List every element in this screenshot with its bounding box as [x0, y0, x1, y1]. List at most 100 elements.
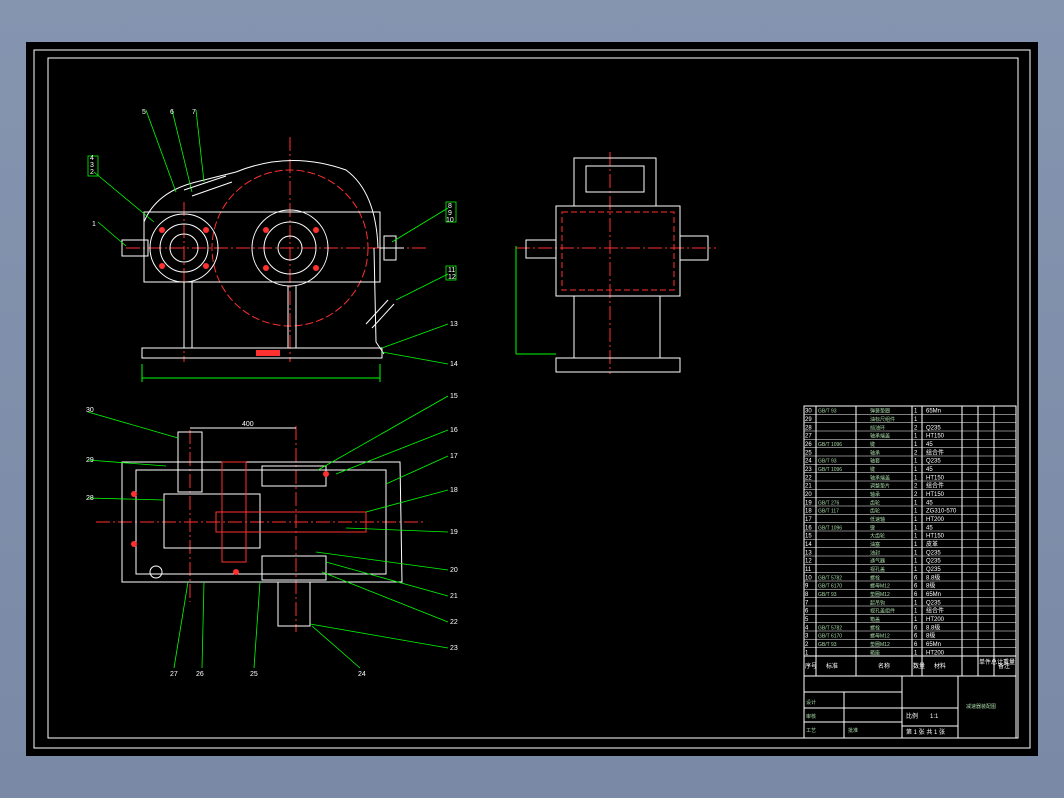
label-21: 21	[450, 593, 458, 600]
table-cell-name: 键	[870, 466, 875, 473]
table-cell-no: 16	[805, 525, 812, 531]
table-cell-std: GB/T 117	[818, 509, 839, 515]
table-cell-name: 键	[870, 524, 875, 531]
table-cell-std: GB/T 5782	[818, 625, 842, 631]
table-cell-mat: HT150	[926, 475, 945, 481]
label-3: 3	[90, 162, 94, 169]
table-cell-name: 螺栓	[870, 574, 880, 581]
table-cell-qty: 1	[914, 417, 918, 423]
table-cell-qty: 6	[914, 625, 918, 631]
table-cell-qty: 1	[914, 567, 918, 573]
label-6: 6	[170, 109, 174, 116]
table-cell-qty: 1	[914, 434, 918, 440]
table-cell-mat: 65Mn	[926, 642, 941, 648]
table-cell-mat: 45	[926, 525, 933, 531]
table-cell-name: 起吊钩	[870, 599, 885, 606]
table-cell-no: 20	[805, 492, 812, 498]
title-approve: 批准	[848, 727, 858, 734]
table-cell-mat: HT150	[926, 492, 945, 498]
label-28: 28	[86, 495, 94, 502]
label-1: 1	[92, 221, 96, 228]
label-26: 26	[196, 671, 204, 678]
table-cell-mat: 8级	[926, 632, 935, 640]
table-cell-name: 轴承	[870, 491, 880, 498]
table-cell-mat: 皮革	[926, 540, 938, 548]
table-cell-std: GB/T 1096	[818, 467, 842, 473]
table-cell-mat: Q235	[926, 567, 941, 573]
title-scale-label: 比例	[906, 712, 918, 720]
table-cell-no: 26	[805, 442, 812, 448]
table-cell-std: GB/T 1096	[818, 442, 842, 448]
label-12: 12	[448, 274, 456, 281]
table-cell-name: 轴承端盖	[870, 474, 890, 481]
table-cell-no: 21	[805, 484, 812, 490]
table-cell-mat: 组合件	[926, 607, 944, 615]
table-cell-mat: 45	[926, 467, 933, 473]
table-cell-qty: 2	[914, 450, 918, 456]
table-cell-no: 29	[805, 417, 812, 423]
table-cell-no: 10	[805, 575, 812, 581]
table-cell-qty: 6	[914, 592, 918, 598]
title-scale: 1:1	[930, 714, 939, 720]
table-cell-mat: Q235	[926, 600, 941, 606]
label-11: 11	[448, 267, 455, 274]
label-22: 22	[450, 619, 458, 626]
table-cell-qty: 1	[914, 617, 918, 623]
table-cell-no: 23	[805, 467, 812, 473]
side-view	[515, 152, 716, 374]
table-cell-no: 9	[805, 584, 809, 590]
table-cell-no: 5	[805, 617, 809, 623]
table-cell-qty: 2	[914, 425, 918, 431]
table-cell-qty: 1	[914, 459, 918, 465]
table-cell-name: 挡油环	[870, 424, 885, 431]
table-cell-name: 视孔盖组件	[870, 608, 895, 615]
table-cell-std: GB/T 6170	[818, 634, 842, 640]
table-cell-qty: 1	[914, 559, 918, 565]
table-cell-name: 螺母M12	[870, 633, 890, 640]
table-cell-qty: 1	[914, 475, 918, 481]
title-sheet: 第 1 张 共 1 张	[906, 728, 945, 736]
table-cell-qty: 1	[914, 600, 918, 606]
table-cell-no: 28	[805, 425, 812, 431]
table-cell-no: 27	[805, 434, 812, 440]
table-cell-qty: 1	[914, 517, 918, 523]
table-cell-name: 垫圈M12	[870, 641, 890, 648]
table-cell-no: 19	[805, 500, 812, 506]
drawing-sheet: 5 6 7 4 3 2 1 8 9 10 11 12 13 14 30 29 2…	[26, 42, 1038, 756]
table-cell-no: 4	[805, 625, 809, 631]
table-cell-qty: 6	[914, 642, 918, 648]
title-design: 设计	[806, 699, 816, 706]
table-cell-name: 大齿轮	[870, 533, 885, 540]
table-cell-name: 齿轮	[870, 508, 880, 515]
label-30: 30	[86, 407, 94, 414]
table-cell-no: 22	[805, 475, 812, 481]
label-18: 18	[450, 487, 458, 494]
table-cell-name: 视孔盖	[870, 566, 885, 573]
label-9: 9	[448, 210, 452, 217]
table-cell-mat: Q235	[926, 459, 941, 465]
label-2: 2	[90, 169, 94, 176]
table-cell-no: 7	[805, 600, 809, 606]
table-cell-no: 8	[805, 592, 809, 598]
table-cell-name: 箱盖	[870, 616, 880, 623]
table-cell-name: 箱座	[870, 649, 880, 656]
table-cell-mat: HT200	[926, 617, 945, 623]
label-8: 8	[448, 203, 452, 210]
table-cell-qty: 6	[914, 634, 918, 640]
table-cell-name: 齿轮	[870, 499, 880, 506]
header-qty: 数量	[913, 662, 925, 670]
table-cell-no: 15	[805, 534, 812, 540]
table-cell-mat: 8.8级	[926, 623, 940, 631]
table-cell-std: GB/T 276	[818, 500, 840, 506]
table-cell-name: 螺栓	[870, 624, 880, 631]
table-cell-mat: 组合件	[926, 482, 944, 490]
table-cell-no: 25	[805, 450, 812, 456]
label-13: 13	[450, 321, 458, 328]
label-16: 16	[450, 427, 458, 434]
label-20: 20	[450, 567, 458, 574]
drawing-title: 减速器装配图	[966, 703, 996, 710]
plan-view	[87, 395, 449, 669]
table-cell-mat: Q235	[926, 425, 941, 431]
table-cell-mat: 8级	[926, 582, 935, 590]
label-14: 14	[450, 361, 458, 368]
